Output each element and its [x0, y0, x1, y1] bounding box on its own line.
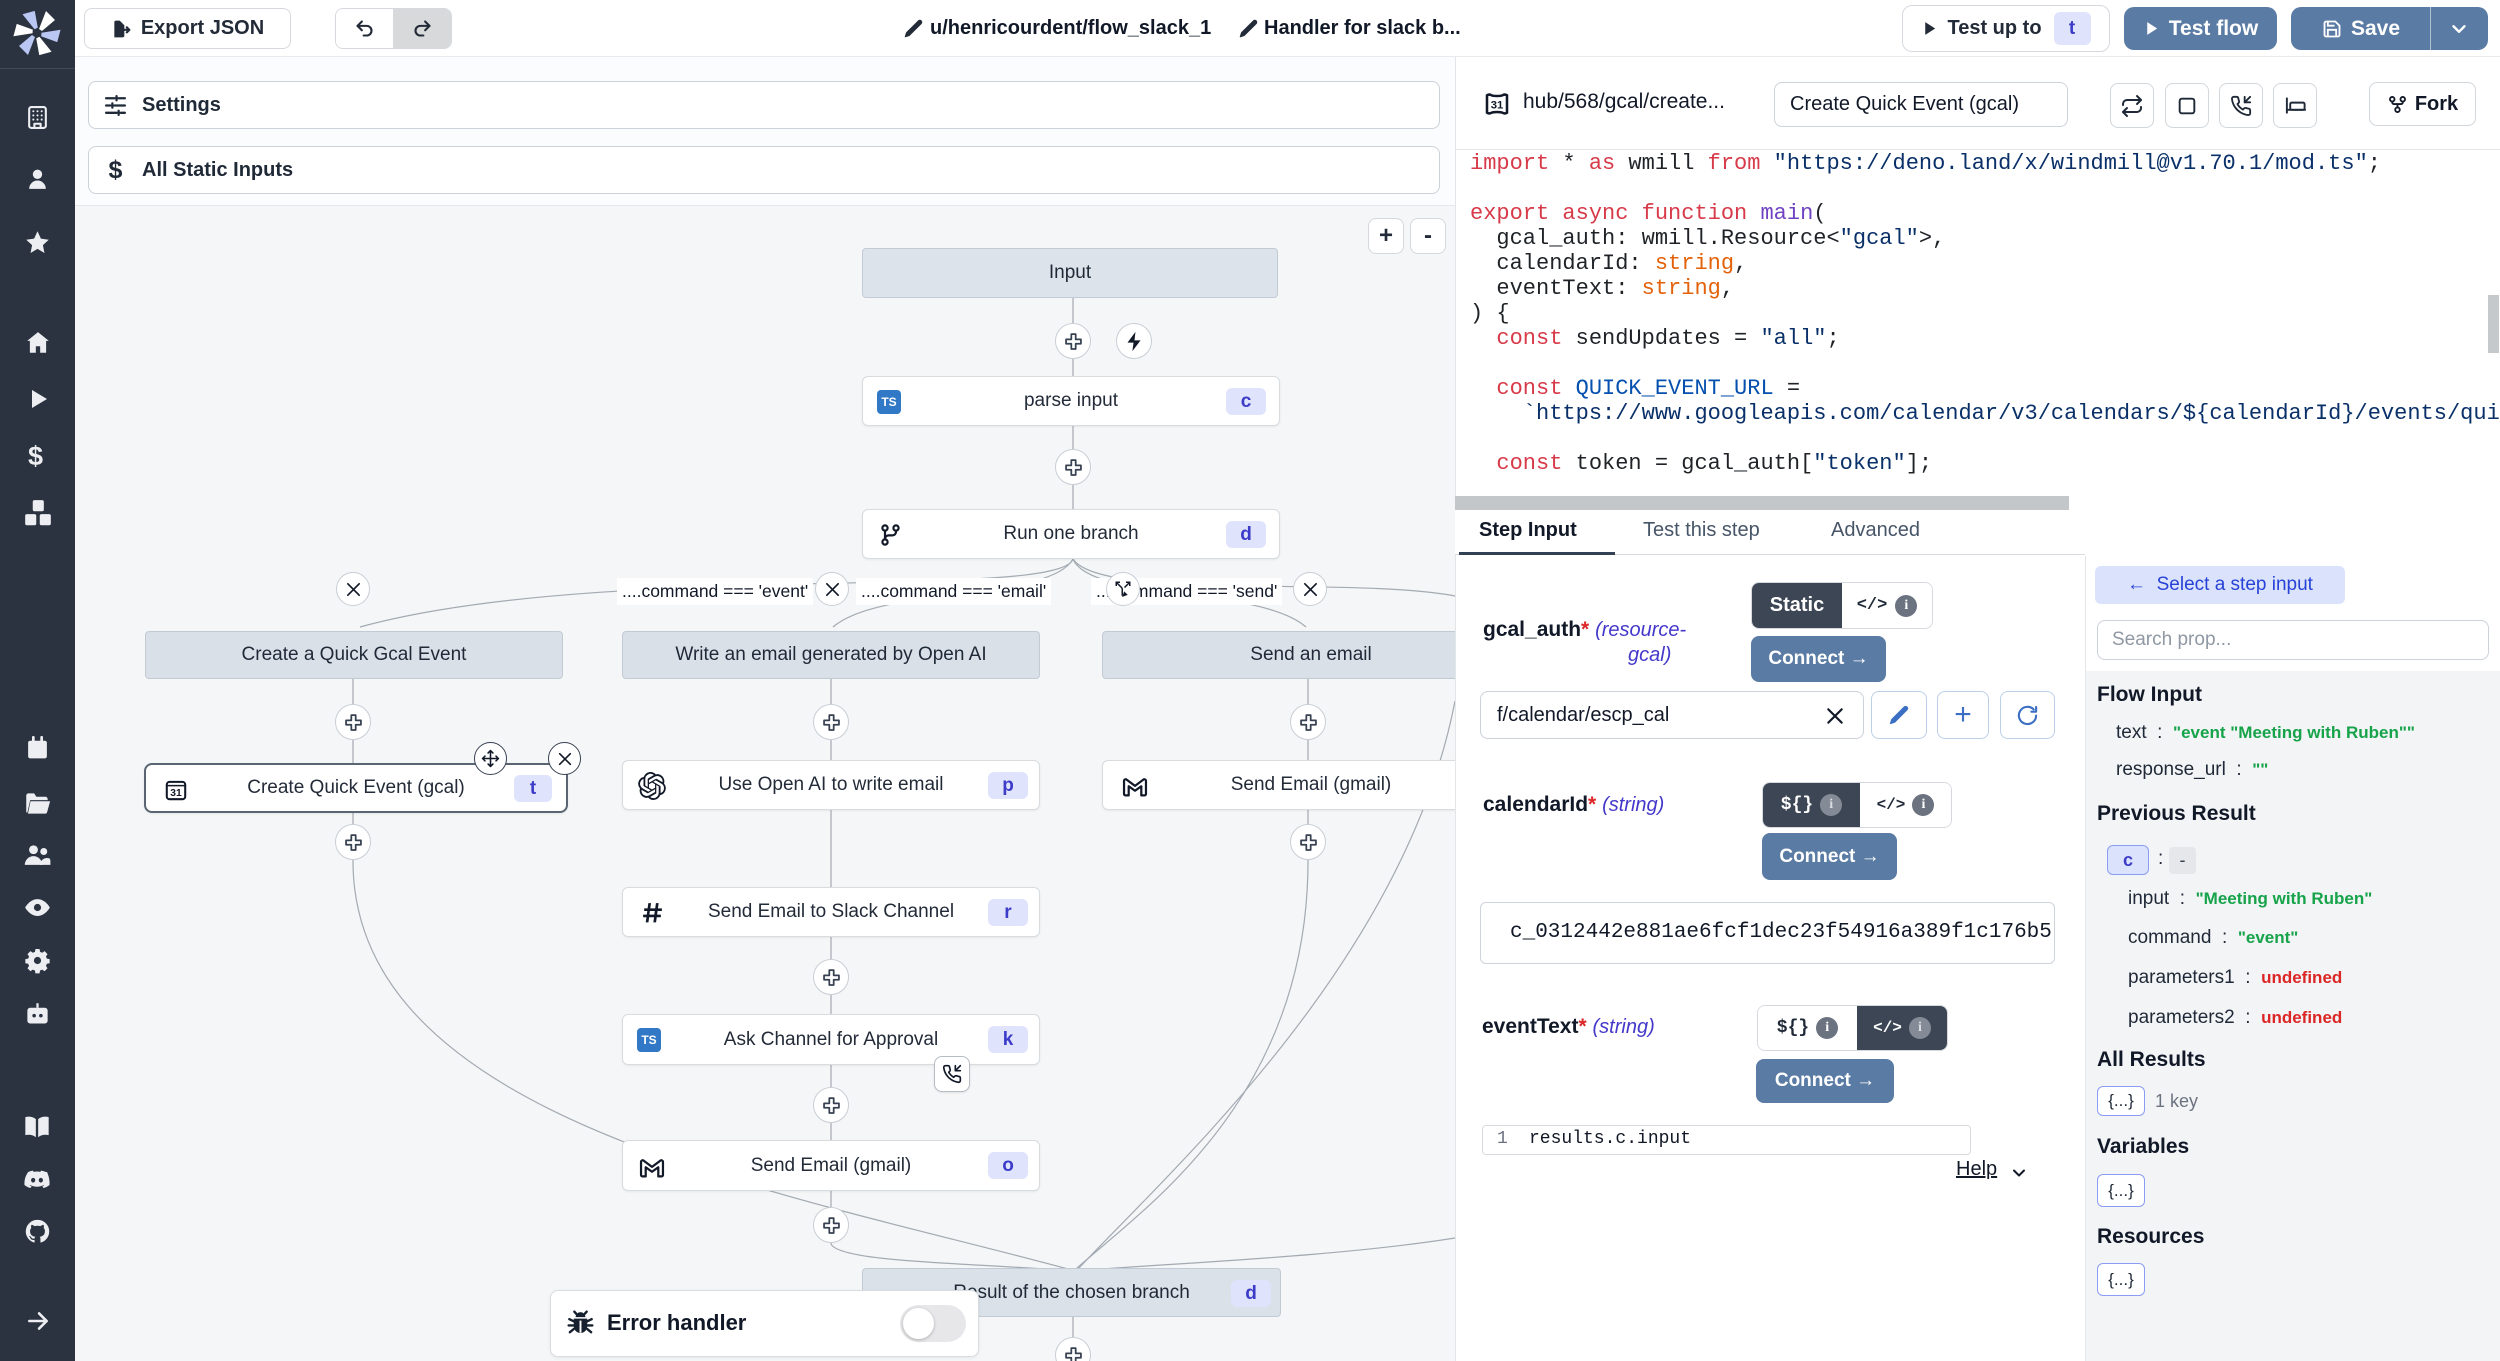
svg-text:31: 31 — [170, 788, 182, 799]
svg-text:31: 31 — [1491, 100, 1504, 112]
